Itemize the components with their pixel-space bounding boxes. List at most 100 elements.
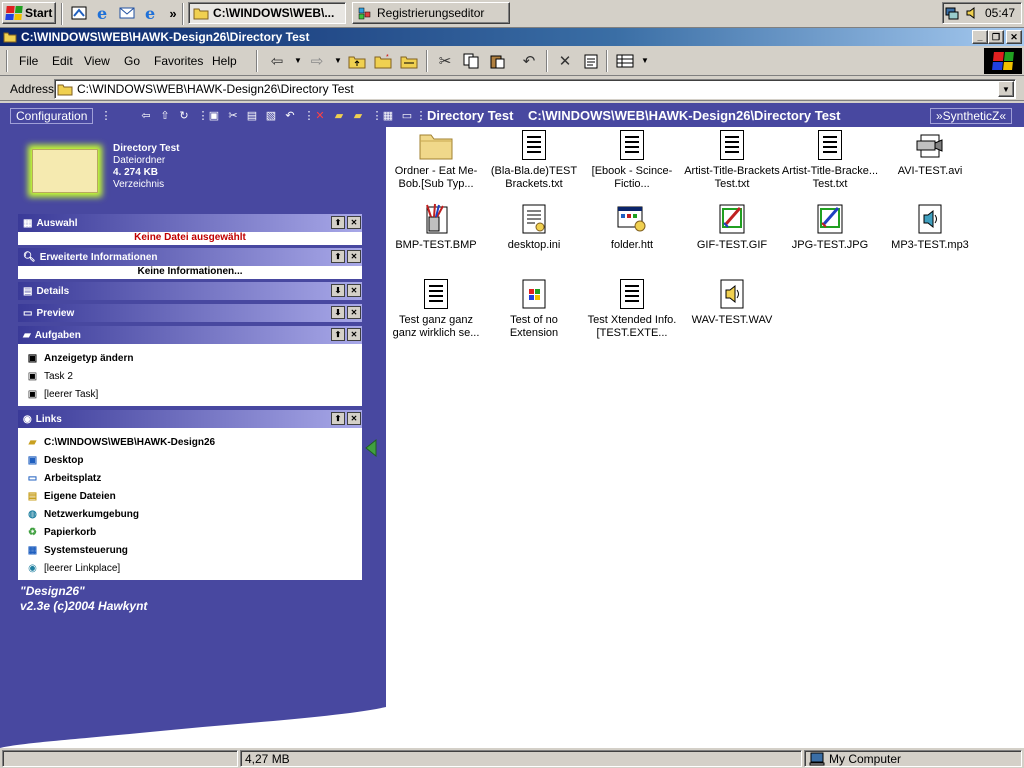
paste-icon[interactable]: ▤	[245, 108, 259, 122]
browser-icon[interactable]: e	[142, 4, 160, 22]
file-item[interactable]: JPG-TEST.JPG	[780, 201, 880, 271]
file-item[interactable]: folder.htt	[582, 201, 682, 271]
file-item[interactable]: Test of no Extension	[484, 276, 584, 346]
panel-header-aufgaben[interactable]: ▰ Aufgaben ⬆ ✕	[18, 326, 362, 344]
panel-header-details[interactable]: ▤ Details ⬇ ✕	[18, 282, 362, 300]
quicklaunch-overflow-chevron[interactable]: »	[164, 4, 182, 22]
up-folder-icon[interactable]: ⇧	[158, 108, 172, 122]
task-item[interactable]: ▣ Task 2	[26, 370, 73, 383]
file-item[interactable]: GIF-TEST.GIF	[682, 201, 782, 271]
undo-icon[interactable]: ↶	[283, 108, 297, 122]
show-desktop-icon[interactable]	[70, 4, 88, 22]
address-input[interactable]: C:\WINDOWS\WEB\HAWK-Design26\Directory T…	[54, 79, 1016, 99]
task-button-regedit[interactable]: Registrierungseditor	[352, 2, 510, 24]
link-item[interactable]: ▰ C:\WINDOWS\WEB\HAWK-Design26	[26, 436, 215, 449]
toolbar-grip[interactable]	[256, 50, 258, 72]
file-item[interactable]: desktop.ini	[484, 201, 584, 271]
cut-icon[interactable]: ✂	[434, 52, 456, 70]
undo-icon[interactable]: ↶	[518, 52, 540, 70]
refresh-icon[interactable]: ↻	[177, 108, 191, 122]
close-icon[interactable]: ✕	[347, 306, 361, 319]
properties-icon[interactable]	[580, 52, 602, 70]
pin-up-icon[interactable]: ⬆	[331, 216, 345, 229]
link-item[interactable]: ◉ [leerer Linkplace]	[26, 562, 120, 575]
cut-icon[interactable]: ✂	[226, 108, 240, 122]
panel-header-links[interactable]: ◉ Links ⬆ ✕	[18, 410, 362, 428]
file-item[interactable]: Ordner - Eat Me-Bob.[Sub Typ...	[386, 127, 486, 197]
delete-icon[interactable]: ✕	[554, 52, 576, 70]
start-button[interactable]: Start	[2, 2, 56, 24]
copy-icon[interactable]: ▣	[207, 108, 221, 122]
file-item[interactable]: Test Xtended Info.[TEST.EXTE...	[582, 276, 682, 346]
collapse-sidebar-arrow-icon[interactable]	[364, 439, 378, 457]
close-icon[interactable]: ✕	[347, 412, 361, 425]
file-item[interactable]: AVI-TEST.avi	[880, 127, 980, 197]
volume-icon[interactable]	[965, 6, 979, 20]
internet-explorer-icon[interactable]: e	[94, 4, 112, 22]
pin-up-icon[interactable]: ⬆	[331, 250, 345, 263]
views-dropdown-chevron-icon[interactable]: ▼	[641, 56, 649, 65]
link-item[interactable]: ◍ Netzwerkumgebung	[26, 508, 139, 521]
close-button[interactable]: ✕	[1006, 30, 1022, 44]
file-item[interactable]: BMP-TEST.BMP	[386, 201, 486, 271]
network-icon[interactable]	[945, 6, 959, 20]
folder-options-icon[interactable]	[398, 52, 420, 70]
window-title-bar[interactable]: C:\WINDOWS\WEB\HAWK-Design26\Directory T…	[0, 28, 1024, 46]
panel-header-erweiterte-informationen[interactable]: 🔍︎ Erweiterte Informationen ⬆ ✕	[18, 248, 362, 266]
link-item[interactable]: ▣ Desktop	[26, 454, 84, 467]
link-item[interactable]: ▤ Eigene Dateien	[26, 490, 116, 503]
file-item[interactable]: [Ebook - Scince-Fictio...	[582, 127, 682, 197]
forward-icon[interactable]: ⇨	[306, 52, 328, 70]
menu-edit[interactable]: Edit	[52, 54, 73, 68]
file-item[interactable]: Artist-Title-Bracke... Test.txt	[780, 127, 880, 197]
file-item[interactable]: Test ganz ganz ganz wirklich se...	[386, 276, 486, 346]
file-item[interactable]: Artist-Title-Brackets Test.txt	[682, 127, 782, 197]
back-icon[interactable]: ⇦	[139, 108, 153, 122]
task-item[interactable]: ▣ Anzeigetyp ändern	[26, 352, 134, 365]
link-item[interactable]: ▭ Arbeitsplatz	[26, 472, 101, 485]
configuration-button[interactable]: Configuration	[10, 108, 94, 124]
address-dropdown-chevron-icon[interactable]: ▼	[998, 81, 1014, 97]
menu-view[interactable]: View	[84, 54, 110, 68]
close-icon[interactable]: ✕	[347, 284, 361, 297]
menu-help[interactable]: Help	[212, 54, 237, 68]
expand-down-icon[interactable]: ⬇	[331, 284, 345, 297]
new-folder-icon[interactable]: ▰	[351, 108, 365, 122]
delete-icon[interactable]: ✕	[313, 108, 327, 122]
close-icon[interactable]: ✕	[347, 250, 361, 263]
maximize-button[interactable]: ❐	[988, 30, 1004, 44]
minimize-button[interactable]: _	[972, 30, 988, 44]
task-button-explorer[interactable]: C:\WINDOWS\WEB\...	[188, 2, 346, 24]
expand-down-icon[interactable]: ⬇	[331, 306, 345, 319]
close-icon[interactable]: ✕	[347, 216, 361, 229]
back-dropdown-chevron-icon[interactable]: ▼	[294, 56, 302, 65]
pin-up-icon[interactable]: ⬆	[331, 328, 345, 341]
up-folder-icon[interactable]	[346, 52, 368, 70]
panel-header-auswahl[interactable]: ▦ Auswahl ⬆ ✕	[18, 214, 362, 232]
pin-up-icon[interactable]: ⬆	[331, 412, 345, 425]
views-icon[interactable]	[614, 52, 636, 70]
file-item[interactable]: WAV-TEST.WAV	[682, 276, 782, 346]
clock[interactable]: 05:47	[985, 6, 1015, 20]
copy-icon[interactable]	[460, 52, 482, 70]
syntheticz-button[interactable]: »SyntheticZ«	[930, 108, 1013, 124]
panel-header-preview[interactable]: ▭ Preview ⬇ ✕	[18, 304, 362, 322]
outlook-express-icon[interactable]	[118, 4, 136, 22]
toolbar-grip[interactable]	[6, 50, 8, 72]
properties-icon[interactable]: ▦	[381, 108, 395, 122]
file-item[interactable]: MP3-TEST.mp3	[880, 201, 980, 271]
link-item[interactable]: ▦ Systemsteuerung	[26, 544, 128, 557]
task-item[interactable]: ▣ [leerer Task]	[26, 388, 99, 401]
back-icon[interactable]: ⇦	[266, 52, 288, 70]
paste-icon[interactable]	[486, 52, 508, 70]
link-item[interactable]: ♻ Papierkorb	[26, 526, 96, 539]
forward-dropdown-chevron-icon[interactable]: ▼	[334, 56, 342, 65]
menu-file[interactable]: File	[19, 54, 38, 68]
file-item[interactable]: (Bla-Bla.de)TEST Brackets.txt	[484, 127, 584, 197]
new-folder-icon[interactable]: *	[372, 52, 394, 70]
move-icon[interactable]: ▧	[264, 108, 278, 122]
menu-go[interactable]: Go	[124, 54, 140, 68]
menu-favorites[interactable]: Favorites	[154, 54, 203, 68]
close-icon[interactable]: ✕	[347, 328, 361, 341]
views-icon[interactable]: ▭	[400, 108, 414, 122]
